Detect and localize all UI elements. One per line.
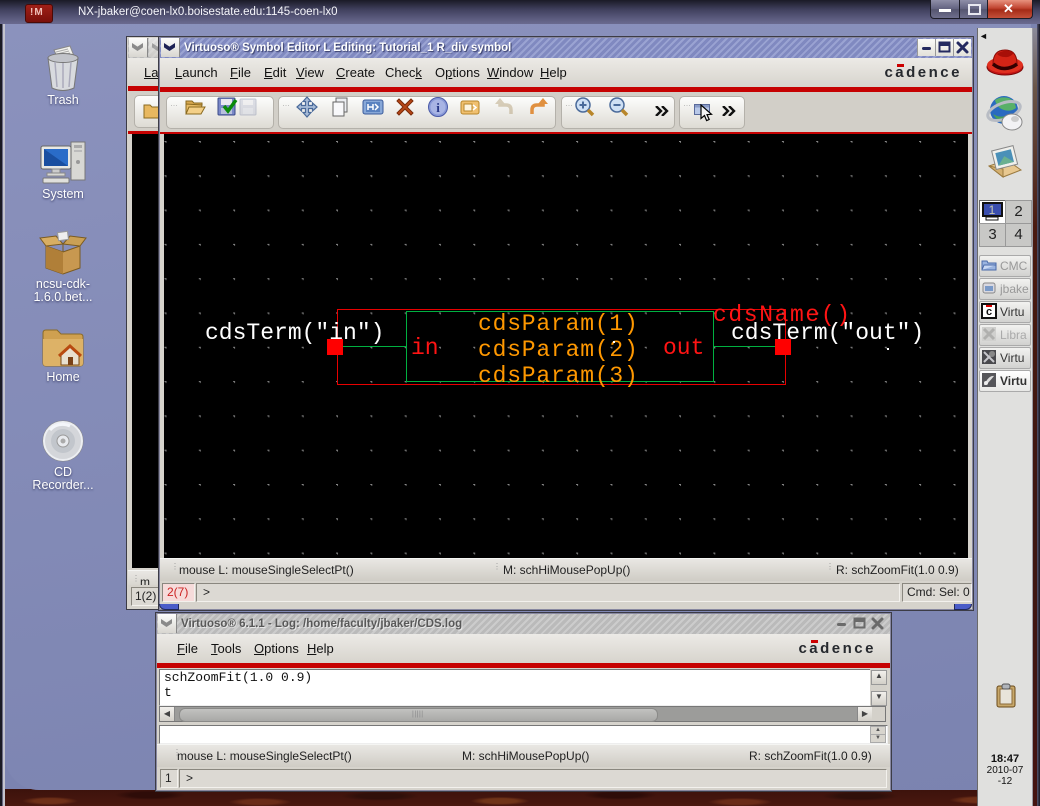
svg-text:i: i	[436, 100, 440, 115]
svg-text:cdsParam(2): cdsParam(2)	[478, 337, 639, 363]
svg-text:cdsParam(3): cdsParam(3)	[478, 363, 639, 389]
svg-text:in: in	[411, 335, 439, 361]
svg-text:out: out	[663, 335, 704, 361]
svg-text:1: 1	[989, 203, 996, 217]
svg-text:cdsName(): cdsName()	[713, 302, 852, 328]
svg-text:cdsTerm("in"): cdsTerm("in")	[205, 320, 384, 346]
svg-text:c: c	[986, 306, 992, 318]
svg-text:cdsParam(1): cdsParam(1)	[478, 311, 639, 337]
